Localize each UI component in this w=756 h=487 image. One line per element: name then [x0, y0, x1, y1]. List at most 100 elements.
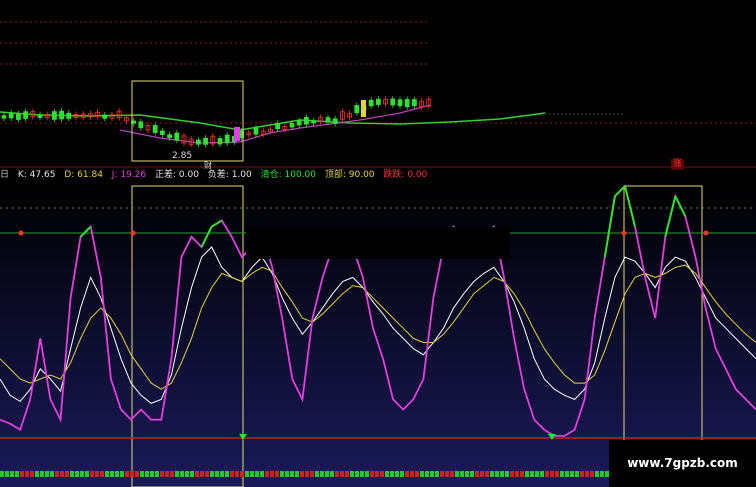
signal-cell	[540, 471, 544, 477]
signal-cell	[480, 471, 484, 477]
signal-cell	[40, 471, 44, 477]
candle-body	[332, 118, 338, 124]
signal-cell	[575, 471, 579, 477]
signal-cell	[145, 471, 149, 477]
signal-cell	[180, 471, 184, 477]
signal-cell	[135, 471, 139, 477]
candle-body	[224, 134, 230, 144]
signal-cell	[65, 471, 69, 477]
signal-cell	[450, 471, 454, 477]
signal-cell	[185, 471, 189, 477]
candle-body	[167, 134, 173, 138]
stock-chart-window: 日 K: 47.65 D: 61.84 J: 19.26 正差: 0.00 负差…	[0, 0, 756, 487]
candle-body	[253, 127, 259, 135]
signal-cell	[80, 471, 84, 477]
signal-cell	[560, 471, 564, 477]
signal-cell	[10, 471, 14, 477]
signal-cell	[35, 471, 39, 477]
signal-cell	[290, 471, 294, 477]
signal-cell	[580, 471, 584, 477]
signal-cell	[390, 471, 394, 477]
signal-cell	[405, 471, 409, 477]
signal-cell	[475, 471, 479, 477]
signal-cell	[430, 471, 434, 477]
yellow-candle	[361, 100, 366, 117]
signal-cell	[555, 471, 559, 477]
signal-cell	[425, 471, 429, 477]
candle-body	[52, 111, 57, 120]
signal-cell	[100, 471, 104, 477]
candle-body	[275, 123, 281, 130]
signal-cell	[415, 471, 419, 477]
candle-body	[296, 120, 302, 126]
indicator-zheng-cha: 正差: 0.00	[154, 170, 199, 180]
signal-cell	[350, 471, 354, 477]
candle-body	[8, 112, 14, 119]
highlight-candle	[234, 127, 240, 141]
signal-cell	[590, 471, 594, 477]
indicator-fu-cha: 负差: 1.00	[207, 170, 252, 180]
signal-cell	[255, 471, 259, 477]
signal-cell	[570, 471, 574, 477]
signal-cell	[520, 471, 524, 477]
signal-cell	[485, 471, 489, 477]
signal-cell	[295, 471, 299, 477]
signal-cell	[70, 471, 74, 477]
signal-cell	[505, 471, 509, 477]
signal-cell	[215, 471, 219, 477]
signal-cell	[250, 471, 254, 477]
signal-cell	[340, 471, 344, 477]
indicator-j: J: 19.26	[111, 170, 147, 180]
signal-cell	[235, 471, 239, 477]
signal-cell	[140, 471, 144, 477]
signal-cell	[175, 471, 179, 477]
candle-body	[66, 112, 72, 119]
signal-cell	[220, 471, 224, 477]
signal-cell	[345, 471, 349, 477]
signal-cell	[45, 471, 49, 477]
signal-cell	[210, 471, 214, 477]
candle-body	[138, 121, 144, 129]
candle-body	[203, 137, 209, 145]
signal-cell	[565, 471, 569, 477]
candle-body	[397, 99, 403, 107]
indicator-die-die: 跌跌: 0.00	[383, 170, 428, 180]
signal-cell	[245, 471, 249, 477]
candle-body	[411, 99, 417, 107]
candle-body	[311, 120, 317, 124]
signal-cell	[205, 471, 209, 477]
signal-cell	[200, 471, 204, 477]
zhang-badge: 涨	[671, 159, 685, 170]
signal-cell	[360, 471, 364, 477]
candle-body	[159, 130, 165, 135]
signal-cell	[75, 471, 79, 477]
signal-cell	[260, 471, 264, 477]
signal-cell	[515, 471, 519, 477]
signal-cell	[160, 471, 164, 477]
signal-cell	[400, 471, 404, 477]
signal-cell	[130, 471, 134, 477]
signal-cell	[110, 471, 114, 477]
signal-cell	[385, 471, 389, 477]
signal-cell	[395, 471, 399, 477]
signal-cell	[170, 471, 174, 477]
signal-cell	[320, 471, 324, 477]
candle-body	[1, 115, 7, 119]
signal-cell	[275, 471, 279, 477]
signal-cell	[370, 471, 374, 477]
candle-body	[59, 110, 64, 120]
signal-cell	[0, 471, 4, 477]
signal-cell	[300, 471, 304, 477]
watermark: www.7gpzb.com	[609, 440, 756, 487]
candle-body	[37, 114, 43, 118]
signal-cell	[330, 471, 334, 477]
signal-cell	[500, 471, 504, 477]
signal-cell	[55, 471, 59, 477]
signal-cell	[310, 471, 314, 477]
signal-cell	[490, 471, 494, 477]
signal-cell	[280, 471, 284, 477]
signal-cell	[550, 471, 554, 477]
signal-dot-3	[703, 230, 709, 236]
signal-cell	[510, 471, 514, 477]
candle-body	[404, 99, 410, 108]
